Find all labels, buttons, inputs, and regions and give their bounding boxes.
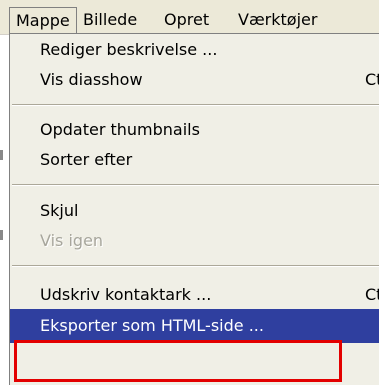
menu-item-label: Vis igen — [40, 231, 104, 250]
menu-item-label: Rediger beskrivelse ... — [40, 40, 218, 59]
menu-item-vis-igen: Vis igen — [10, 227, 379, 255]
menu-item-label: Sorter efter — [40, 150, 133, 169]
menu-item-sorter-efter[interactable]: Sorter efter — [10, 146, 379, 174]
menu-separator — [12, 265, 379, 267]
menu-vaerktoejer[interactable]: Værktøjer — [238, 9, 317, 31]
menu-billede[interactable]: Billede — [83, 9, 137, 31]
menu-bar: Mappe Billede Opret Værktøjer — [0, 0, 379, 35]
mappe-dropdown-menu: Rediger beskrivelse ... Vis diasshow Ctr… — [9, 33, 379, 385]
menu-opret[interactable]: Opret — [164, 9, 209, 31]
menu-item-label: Opdater thumbnails — [40, 120, 200, 139]
menu-item-shortcut: Ctrl- — [365, 285, 379, 304]
background-window-edge — [0, 230, 3, 240]
screenshot-stage: Mappe Billede Opret Værktøjer Rediger be… — [0, 0, 379, 385]
menu-item-label: Udskriv kontaktark ... — [40, 285, 212, 304]
menu-separator — [12, 184, 379, 186]
menu-mappe[interactable]: Mappe — [9, 7, 77, 34]
menu-item-label: Eksporter som HTML-side ... — [40, 316, 264, 335]
menu-item-rediger-beskrivelse[interactable]: Rediger beskrivelse ... — [10, 36, 379, 64]
menu-item-label: Vis diasshow — [40, 70, 143, 89]
menu-item-shortcut: Ctrl- — [365, 70, 379, 89]
menu-item-eksporter-html[interactable]: Eksporter som HTML-side ... — [10, 309, 379, 343]
menu-item-opdater-thumbnails[interactable]: Opdater thumbnails — [10, 116, 379, 144]
menu-separator — [12, 104, 379, 106]
menu-item-udskriv-kontaktark[interactable]: Udskriv kontaktark ... Ctrl- — [10, 281, 379, 309]
background-window-edge — [0, 150, 3, 160]
menu-item-label: Skjul — [40, 201, 79, 220]
menu-item-skjul[interactable]: Skjul — [10, 197, 379, 225]
menu-item-vis-diasshow[interactable]: Vis diasshow Ctrl- — [10, 66, 379, 94]
